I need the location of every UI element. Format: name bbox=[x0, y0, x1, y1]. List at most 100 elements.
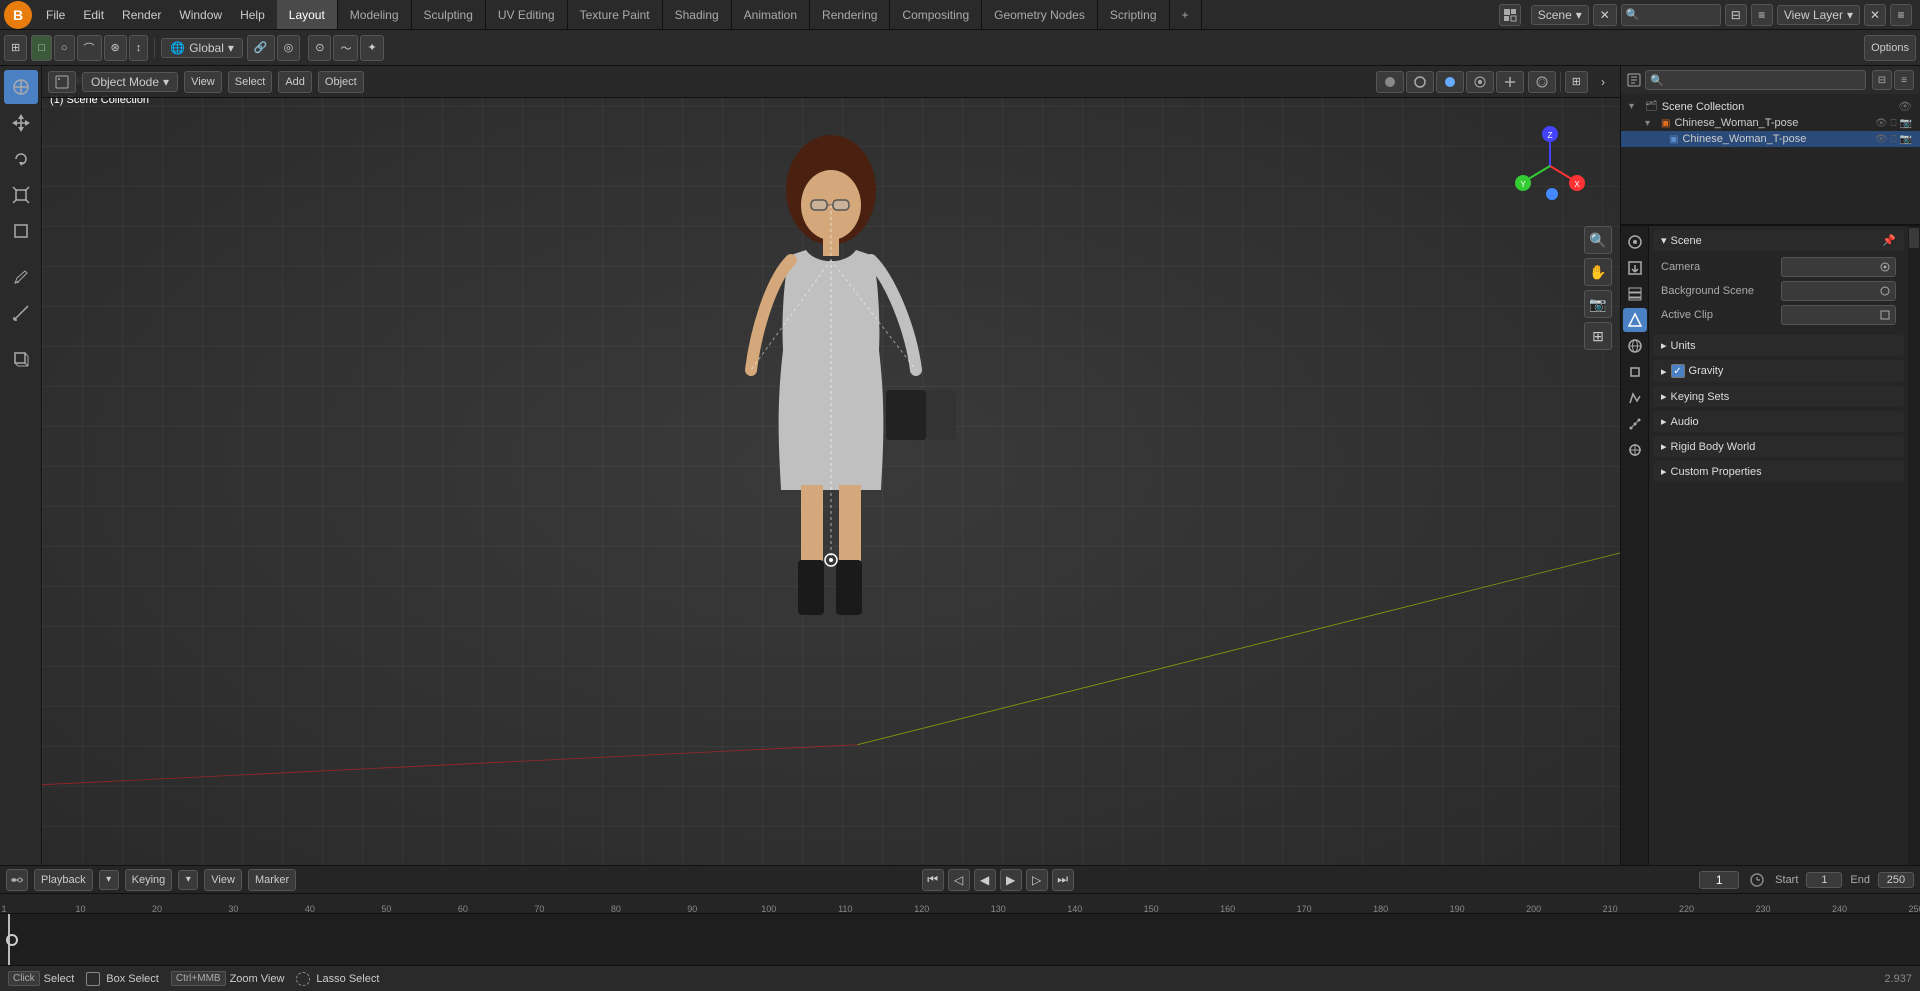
camera-view-button[interactable]: 📷 bbox=[1584, 290, 1612, 318]
active-clip-icon[interactable] bbox=[1875, 306, 1895, 324]
view-layer-selector[interactable]: View Layer ▾ bbox=[1777, 5, 1860, 25]
measure-tool[interactable] bbox=[4, 296, 38, 330]
add-cube-tool[interactable] bbox=[4, 342, 38, 376]
scene-selector[interactable]: Scene ▾ bbox=[1531, 5, 1589, 25]
audio-section-header[interactable]: ▸ Audio bbox=[1653, 411, 1904, 432]
end-frame-input[interactable]: 250 bbox=[1878, 872, 1914, 888]
tab-shading[interactable]: Shading bbox=[663, 0, 732, 29]
editor-type-button[interactable]: ⊞ bbox=[4, 35, 27, 61]
props-tab-object[interactable] bbox=[1623, 360, 1647, 384]
blender-logo[interactable]: B bbox=[4, 1, 32, 29]
mode-selector[interactable]: Object Mode ▾ bbox=[82, 72, 178, 92]
current-frame-display[interactable]: 1 bbox=[1699, 871, 1739, 889]
proportional-edit[interactable]: ◎ bbox=[277, 35, 301, 61]
bg-scene-field[interactable] bbox=[1781, 281, 1896, 301]
annotate-tool[interactable] bbox=[4, 260, 38, 294]
view-menu[interactable]: View bbox=[184, 71, 222, 93]
props-tab-output[interactable] bbox=[1623, 256, 1647, 280]
keying-dropdown[interactable]: ▾ bbox=[99, 870, 119, 890]
add-menu[interactable]: Add bbox=[278, 71, 312, 93]
viewport-gizmo-toggle[interactable] bbox=[1496, 71, 1524, 93]
viewport-icon-2[interactable]: ⎕ bbox=[1891, 134, 1897, 145]
props-tab-modifier[interactable] bbox=[1623, 386, 1647, 410]
camera-link-icon[interactable] bbox=[1875, 258, 1895, 276]
bg-scene-icon[interactable] bbox=[1875, 282, 1895, 300]
timeline-editor-icon[interactable] bbox=[6, 869, 28, 891]
scroll-thumb[interactable] bbox=[1909, 228, 1919, 248]
tab-scripting[interactable]: Scripting bbox=[1098, 0, 1170, 29]
settings-icon[interactable]: ≡ bbox=[1751, 4, 1773, 26]
viewport-shading-rendered[interactable] bbox=[1436, 71, 1464, 93]
tab-animation[interactable]: Animation bbox=[732, 0, 810, 29]
scene-section-header[interactable]: ▾ Scene 📌 bbox=[1653, 230, 1904, 251]
viewport-pie-menu[interactable]: ⊞ bbox=[1565, 71, 1588, 93]
next-keyframe-button[interactable]: ▷ bbox=[1026, 869, 1048, 891]
viewport-overlay-toggle[interactable] bbox=[1466, 71, 1494, 93]
menu-render[interactable]: Render bbox=[114, 6, 169, 24]
visibility-icon[interactable]: 👁 bbox=[1898, 100, 1912, 113]
jump-end-button[interactable]: ⏭ bbox=[1052, 869, 1074, 891]
add-workspace-button[interactable]: + bbox=[1170, 0, 1202, 29]
outliner-item-mesh[interactable]: ▣ Chinese_Woman_T-pose 👁 ⎕ 📷 bbox=[1621, 131, 1920, 147]
play-button[interactable]: ▶ bbox=[1000, 869, 1022, 891]
menu-window[interactable]: Window bbox=[171, 6, 230, 24]
tab-rendering[interactable]: Rendering bbox=[810, 0, 890, 29]
transform-tool[interactable]: ⊛ bbox=[104, 35, 127, 61]
render-icon-2[interactable]: 📷 bbox=[1900, 134, 1912, 145]
render-icon[interactable]: 📷 bbox=[1900, 118, 1912, 129]
viewport-icon[interactable]: ⎕ bbox=[1891, 118, 1897, 129]
move-tool[interactable]: ↕ bbox=[129, 35, 149, 61]
search-box[interactable]: 🔍 bbox=[1621, 4, 1721, 26]
timeline-keyframe-area[interactable] bbox=[0, 914, 1920, 965]
scale-tool[interactable] bbox=[4, 178, 38, 212]
tab-sculpting[interactable]: Sculpting bbox=[412, 0, 486, 29]
props-scrollbar[interactable] bbox=[1908, 226, 1920, 865]
cursor-tool[interactable] bbox=[4, 70, 38, 104]
outliner-item-scene-collection[interactable]: ▾ 🗂 Scene Collection 👁 bbox=[1621, 98, 1920, 115]
tab-uv-editing[interactable]: UV Editing bbox=[486, 0, 568, 29]
active-clip-field[interactable] bbox=[1781, 305, 1896, 325]
scene-pin-icon[interactable]: 📌 bbox=[1882, 234, 1896, 247]
jump-start-button[interactable]: ⏮ bbox=[922, 869, 944, 891]
marker-menu[interactable]: Marker bbox=[248, 869, 296, 891]
playback-menu[interactable]: Playback bbox=[34, 869, 93, 891]
props-tab-particles[interactable] bbox=[1623, 412, 1647, 436]
object-menu[interactable]: Object bbox=[318, 71, 364, 93]
viewport[interactable]: Object Mode ▾ View Select Add Object bbox=[42, 66, 1620, 865]
play-reverse-button[interactable]: ◀ bbox=[974, 869, 996, 891]
extras-btn[interactable]: ✦ bbox=[360, 35, 383, 61]
view-layer-icon[interactable]: ✕ bbox=[1864, 4, 1886, 26]
transform-selector[interactable]: 🌐 Global ▾ bbox=[161, 38, 243, 58]
outliner-search[interactable]: 🔍 bbox=[1645, 70, 1866, 90]
units-section-header[interactable]: ▸ Units bbox=[1653, 335, 1904, 356]
menu-edit[interactable]: Edit bbox=[75, 6, 112, 24]
zoom-in-button[interactable]: 🔍 bbox=[1584, 226, 1612, 254]
hand-tool[interactable]: ✋ bbox=[1584, 258, 1612, 286]
proportional-btn[interactable]: 〜 bbox=[333, 35, 358, 61]
outliner-settings[interactable]: ≡ bbox=[1894, 70, 1914, 90]
timeline-ruler[interactable]: 1102030405060708090100110120130140150160… bbox=[0, 894, 1920, 914]
prev-keyframe-button[interactable]: ◁ bbox=[948, 869, 970, 891]
tab-modeling[interactable]: Modeling bbox=[338, 0, 412, 29]
props-tab-physics[interactable] bbox=[1623, 438, 1647, 462]
select-lasso-tool[interactable]: ⌒ bbox=[77, 35, 102, 61]
select-box-tool[interactable]: □ bbox=[31, 35, 52, 61]
viewport-shading-solid[interactable] bbox=[1376, 71, 1404, 93]
view-menu-tl[interactable]: View bbox=[204, 869, 242, 891]
filter-icon[interactable]: ⊟ bbox=[1725, 4, 1747, 26]
viewport-xray[interactable] bbox=[1528, 71, 1556, 93]
scene-icon[interactable]: ✕ bbox=[1593, 4, 1617, 26]
select-circle-tool[interactable]: ○ bbox=[54, 35, 75, 61]
rigid-body-header[interactable]: ▸ Rigid Body World bbox=[1653, 436, 1904, 457]
move-tool[interactable] bbox=[4, 106, 38, 140]
view-layer-settings-icon[interactable]: ≡ bbox=[1890, 4, 1912, 26]
tab-compositing[interactable]: Compositing bbox=[890, 0, 982, 29]
tab-layout[interactable]: Layout bbox=[277, 0, 338, 29]
frame-all-button[interactable]: ⊞ bbox=[1584, 322, 1612, 350]
options-btn[interactable]: Options bbox=[1864, 35, 1916, 61]
props-tab-view-layer[interactable] bbox=[1623, 282, 1647, 306]
outliner-item-collection[interactable]: ▾ ▣ Chinese_Woman_T-pose 👁 ⎕ 📷 bbox=[1621, 115, 1920, 131]
keying-sets-header[interactable]: ▸ Keying Sets bbox=[1653, 386, 1904, 407]
keying-menu[interactable]: Keying bbox=[125, 869, 173, 891]
editor-type-dropdown[interactable] bbox=[48, 71, 76, 93]
